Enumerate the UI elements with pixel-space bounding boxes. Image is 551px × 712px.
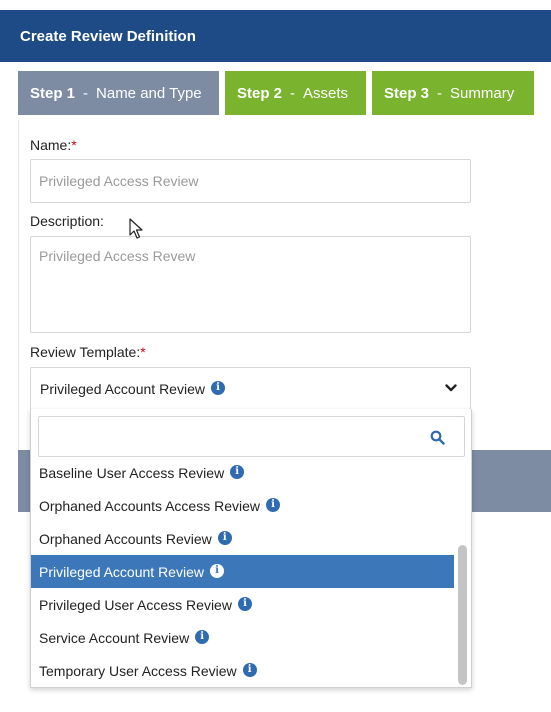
info-circle-icon[interactable]: i	[230, 464, 245, 479]
dropdown-option[interactable]: Orphaned Accounts Access Review i	[31, 489, 454, 522]
option-label: Service Account Review	[39, 629, 190, 646]
required-marker: *	[71, 137, 77, 153]
review-template-dropdown: Baseline User Access Review i Orphaned A…	[30, 409, 472, 688]
tab-step-3[interactable]: Step 3 - Summary	[372, 71, 534, 115]
review-template-label: Review Template:*	[30, 344, 146, 360]
info-circle-icon[interactable]: i	[210, 380, 225, 395]
dropdown-option[interactable]: Orphaned Accounts Review i	[31, 522, 454, 555]
tab-separator: -	[83, 84, 89, 102]
dropdown-option-selected[interactable]: Privileged Account Review i	[31, 555, 454, 588]
description-textarea[interactable]: Privileged Access Revew	[30, 236, 471, 333]
tab-separator: -	[290, 84, 296, 102]
review-template-select[interactable]: Privileged Account Review i	[30, 367, 471, 410]
dialog-header: Create Review Definition	[0, 10, 551, 62]
dropdown-scrollbar[interactable]	[458, 461, 467, 685]
info-circle-icon[interactable]: i	[237, 596, 252, 611]
review-template-selected-value: Privileged Account Review	[40, 380, 205, 397]
dialog-title: Create Review Definition	[20, 27, 196, 45]
info-circle-icon[interactable]: i	[242, 662, 257, 677]
wizard-steps: Step 1 - Name and Type Step 2 - Assets S…	[18, 71, 534, 115]
mouse-pointer-icon	[129, 218, 143, 239]
description-label-text: Description:	[30, 213, 104, 229]
dropdown-search-input[interactable]	[38, 416, 465, 457]
tab-step-2-label: Assets	[303, 84, 349, 102]
tab-step-2[interactable]: Step 2 - Assets	[225, 71, 366, 115]
tab-separator: -	[437, 84, 443, 102]
option-label: Privileged User Access Review	[39, 596, 232, 613]
chevron-down-icon[interactable]	[444, 380, 458, 396]
tab-step-1-label: Name and Type	[96, 84, 202, 102]
dropdown-option[interactable]: Service Account Review i	[31, 621, 454, 654]
dropdown-option[interactable]: Baseline User Access Review i	[31, 456, 454, 489]
description-placeholder: Privileged Access Revew	[39, 248, 196, 264]
review-template-label-text: Review Template:	[30, 344, 141, 360]
tab-step-1-number: Step 1	[30, 84, 76, 102]
info-circle-icon[interactable]: i	[217, 530, 232, 545]
name-label-text: Name:	[30, 137, 72, 153]
scrollbar-thumb[interactable]	[458, 545, 467, 685]
tab-step-2-number: Step 2	[237, 84, 283, 102]
name-input-placeholder: Privileged Access Review	[39, 173, 199, 189]
dropdown-option[interactable]: Temporary User Access Review i	[31, 654, 454, 687]
dropdown-option[interactable]: Privileged User Access Review i	[31, 588, 454, 621]
option-label: Privileged Account Review	[39, 563, 204, 580]
tab-step-3-number: Step 3	[384, 84, 430, 102]
tab-step-3-label: Summary	[450, 84, 515, 102]
option-label: Orphaned Accounts Review	[39, 530, 212, 547]
info-circle-icon[interactable]: i	[266, 497, 281, 512]
info-circle-icon[interactable]: i	[209, 563, 224, 578]
option-label: Baseline User Access Review	[39, 464, 225, 481]
info-circle-icon[interactable]: i	[195, 629, 210, 644]
name-input[interactable]: Privileged Access Review	[30, 159, 471, 203]
tab-step-1[interactable]: Step 1 - Name and Type	[18, 71, 219, 115]
dropdown-options: Baseline User Access Review i Orphaned A…	[31, 456, 454, 687]
option-label: Orphaned Accounts Access Review	[39, 497, 261, 514]
description-label: Description:	[30, 213, 104, 229]
required-marker: *	[140, 344, 146, 360]
name-label: Name:*	[30, 137, 77, 153]
option-label: Temporary User Access Review	[39, 662, 237, 679]
search-icon	[430, 430, 445, 445]
